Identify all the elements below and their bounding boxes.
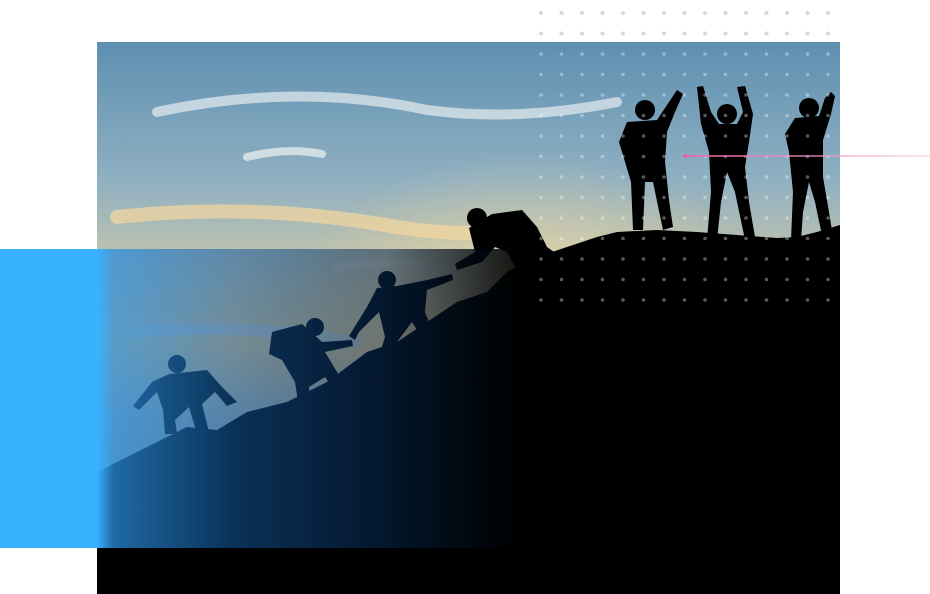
hero-image-composition (0, 0, 930, 594)
blue-gradient-panel (0, 249, 517, 548)
pink-accent-line (682, 154, 930, 158)
